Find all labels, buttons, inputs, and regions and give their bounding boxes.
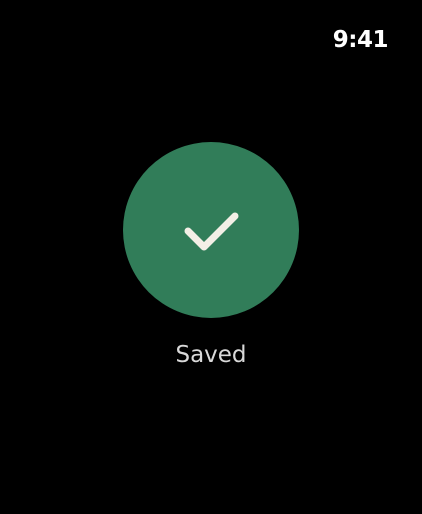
saved-label: Saved: [175, 342, 247, 368]
checkmark-icon: [184, 212, 239, 251]
status-time: 9:41: [332, 27, 389, 53]
success-circle: [123, 142, 299, 318]
